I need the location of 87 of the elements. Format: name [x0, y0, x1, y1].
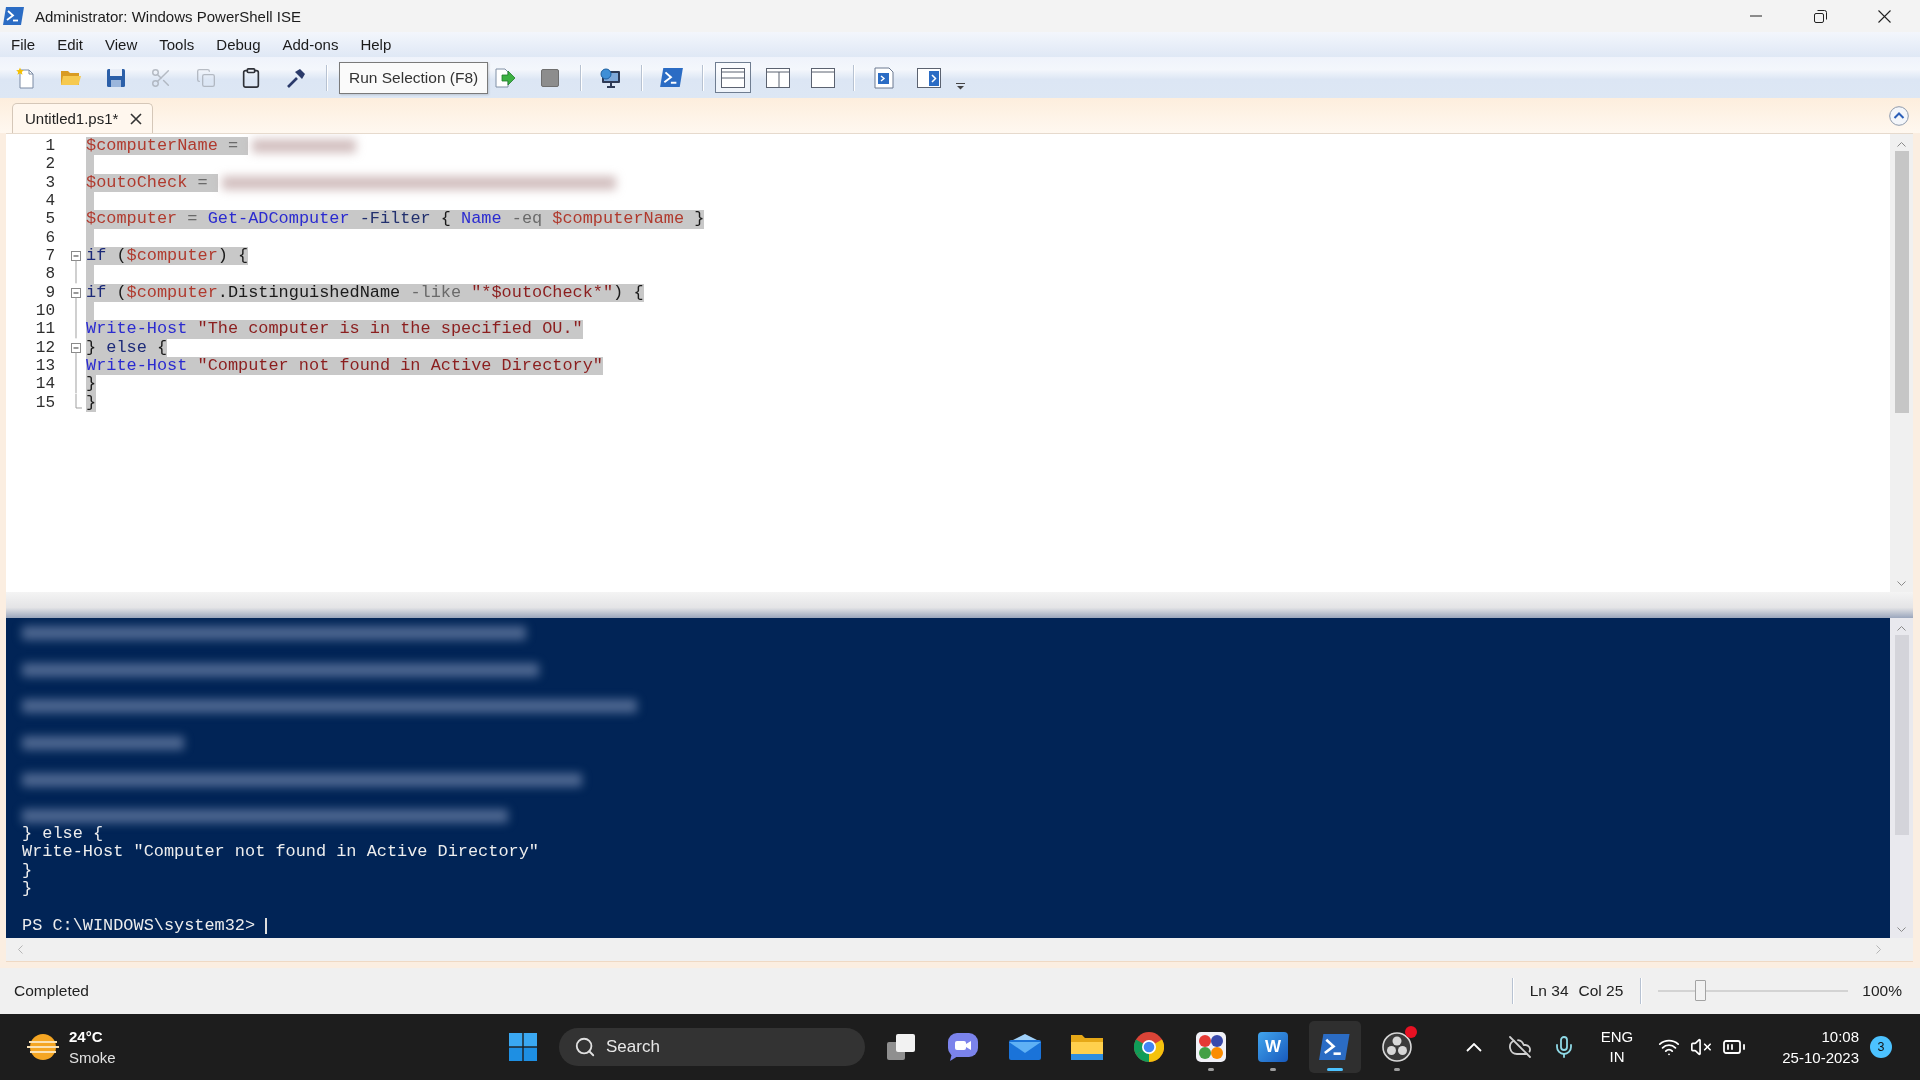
line-number: 11: [34, 320, 55, 339]
line-number: 8: [44, 265, 55, 284]
script-document-icon[interactable]: [873, 66, 896, 89]
app-logo: W: [1258, 1032, 1288, 1062]
chevron-up-icon[interactable]: [1465, 1042, 1482, 1052]
line-position: Ln 34: [1529, 982, 1569, 1000]
hazy-sun-icon: [27, 1032, 59, 1062]
scrollbar[interactable]: [1890, 618, 1913, 938]
folder-icon[interactable]: [1071, 1033, 1103, 1061]
line-number: 4: [44, 192, 55, 211]
scrollbar[interactable]: [1890, 134, 1913, 592]
console-output-line: } else {: [22, 824, 105, 844]
zoom-reading: 100%: [1862, 982, 1902, 1000]
split-horizontal-icon[interactable]: [721, 67, 746, 88]
save-icon[interactable]: [106, 67, 126, 88]
line-number: 12: [34, 338, 55, 358]
video-chat-icon[interactable]: [948, 1033, 978, 1061]
menu-item[interactable]: File: [0, 36, 47, 53]
line-number: 14: [34, 375, 55, 394]
line-number: 3: [44, 173, 55, 193]
line-number: 1: [44, 137, 55, 156]
menu-item[interactable]: Debug: [205, 36, 272, 53]
close-icon[interactable]: [130, 112, 143, 125]
clock-date[interactable]: 25-10-2023: [1782, 1047, 1859, 1068]
clock-time[interactable]: 10:08: [1821, 1026, 1859, 1047]
speaker-muted-icon[interactable]: [1690, 1036, 1713, 1058]
side-panel-icon[interactable]: [917, 67, 942, 88]
scrollbar-thumb[interactable]: [1894, 151, 1909, 413]
record-app-icon[interactable]: [1382, 1032, 1412, 1062]
line-number: 13: [34, 357, 55, 376]
scroll-down-icon[interactable]: [1897, 927, 1906, 932]
window-icon[interactable]: [811, 67, 836, 88]
text-cursor: [265, 917, 267, 934]
console-prompt: PS C:\WINDOWS\system32>: [22, 916, 256, 935]
cloud-off-icon[interactable]: [1507, 1035, 1532, 1059]
weather-condition: Smoke: [69, 1048, 116, 1068]
temperature: 24°C: [69, 1027, 104, 1047]
terminal-icon[interactable]: [1319, 1033, 1351, 1061]
notification-badge[interactable]: 3: [1870, 1036, 1892, 1058]
menu-item[interactable]: Tools: [148, 36, 206, 53]
windows-logo-icon[interactable]: [509, 1033, 537, 1061]
taskbar-button[interactable]: [1309, 1021, 1361, 1073]
column-position: Col 25: [1578, 982, 1624, 1000]
menu-item[interactable]: View: [94, 36, 149, 53]
close-icon: [1877, 9, 1891, 23]
line-number: 5: [44, 210, 55, 229]
region-indicator[interactable]: IN: [1609, 1047, 1625, 1067]
line-number: 9: [44, 283, 55, 303]
line-number: 15: [34, 393, 55, 413]
scroll-up-icon[interactable]: [1897, 626, 1906, 631]
console-output-line: Write-Host "Computer not found in Active Directory": [22, 843, 540, 862]
search-input[interactable]: Search: [606, 1037, 786, 1057]
menu-item[interactable]: Add-ons: [271, 36, 350, 53]
window-title: Administrator: Windows PowerShell ISE: [35, 7, 302, 25]
minimize-icon: [1750, 15, 1762, 17]
scroll-up-icon[interactable]: [1897, 142, 1906, 147]
dropdown-arrow-icon[interactable]: [956, 82, 966, 90]
layout-button[interactable]: [715, 62, 752, 93]
language-indicator[interactable]: ENG: [1600, 1027, 1634, 1047]
scroll-down-icon[interactable]: [1897, 581, 1906, 586]
search-bar[interactable]: Search: [559, 1028, 865, 1066]
menu-item[interactable]: Help: [349, 36, 403, 53]
colorful-grid-icon[interactable]: [1196, 1032, 1226, 1062]
restore-icon: [1813, 9, 1827, 23]
line-number: 2: [44, 155, 55, 174]
status-text: Completed: [14, 982, 89, 1000]
line-number: 10: [34, 302, 55, 321]
document-arrow-icon[interactable]: [494, 66, 517, 89]
file-tab[interactable]: Untitled1.ps1*: [12, 103, 154, 133]
mail-icon[interactable]: [1009, 1034, 1041, 1060]
clipboard-icon[interactable]: [240, 66, 262, 89]
browser-icon[interactable]: [1134, 1032, 1164, 1062]
split-vertical-icon[interactable]: [766, 67, 791, 88]
console-output-line: }: [22, 879, 34, 899]
hammer-icon[interactable]: [286, 67, 306, 88]
line-number: 7: [44, 247, 55, 266]
tooltip: Run Selection (F8): [339, 61, 489, 94]
slider-thumb[interactable]: [1695, 980, 1707, 1001]
taskbar-button[interactable]: W: [1247, 1021, 1299, 1073]
console-output-line: }: [22, 861, 34, 880]
collapse-pane-icon[interactable]: [1889, 105, 1909, 126]
tab-label: Untitled1.ps1*: [25, 110, 119, 127]
task-view-icon[interactable]: [887, 1034, 915, 1060]
menu-item[interactable]: Edit: [46, 36, 95, 53]
app-icon: [3, 7, 25, 25]
search-icon: [574, 1036, 596, 1058]
line-number: 6: [44, 228, 55, 248]
